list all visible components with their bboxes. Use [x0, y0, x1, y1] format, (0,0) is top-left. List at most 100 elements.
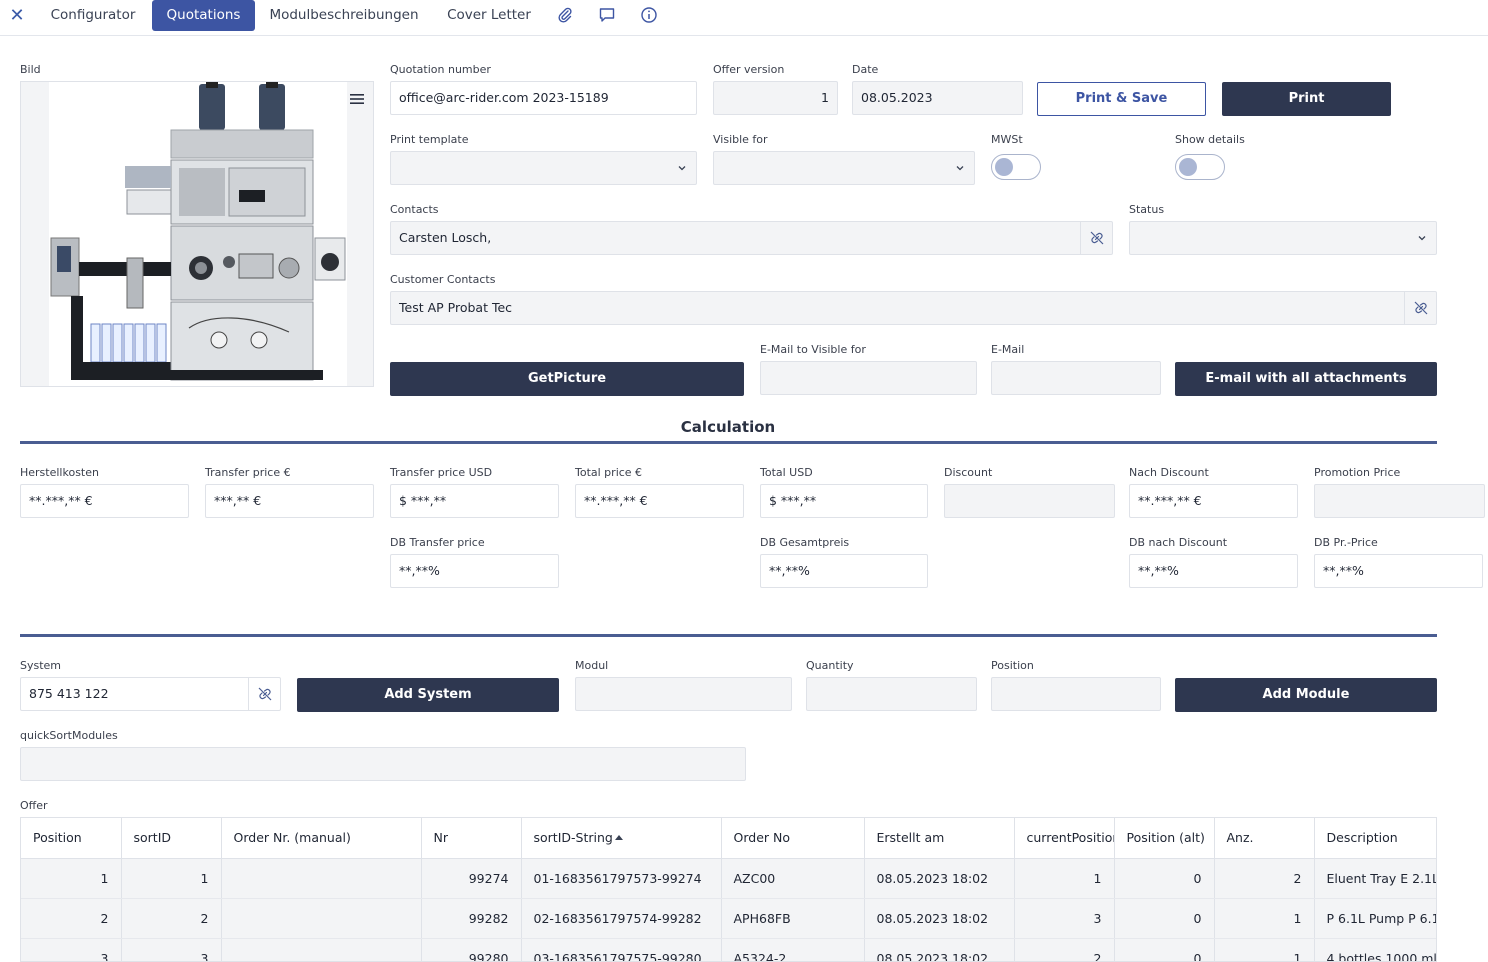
- contacts-field[interactable]: Carsten Losch,: [390, 221, 1113, 255]
- discount-field[interactable]: [944, 484, 1115, 518]
- table-cell[interactable]: 3: [121, 938, 222, 961]
- product-image: [49, 82, 347, 386]
- column-header[interactable]: Anz.: [1214, 818, 1315, 859]
- tab-configurator[interactable]: Configurator: [40, 0, 146, 31]
- table-cell[interactable]: 08.05.2023 18:02: [864, 898, 1015, 939]
- column-header[interactable]: Nr: [421, 818, 522, 859]
- transfer-usd-field[interactable]: $ ***,**: [390, 484, 559, 518]
- tab-quotations[interactable]: Quotations: [152, 0, 255, 31]
- table-cell[interactable]: 3: [1014, 898, 1115, 939]
- table-cell[interactable]: [221, 858, 422, 899]
- total-eur-field[interactable]: **.***,** €: [575, 484, 744, 518]
- table-cell[interactable]: 0: [1114, 938, 1215, 961]
- mwst-label: MWSt: [991, 133, 1023, 146]
- db-gesamt-field[interactable]: **,**%: [760, 554, 928, 588]
- db-transfer-field[interactable]: **,**%: [390, 554, 559, 588]
- table-cell[interactable]: 2: [1014, 938, 1115, 961]
- promotion-field[interactable]: [1314, 484, 1485, 518]
- print-template-select[interactable]: [390, 151, 697, 185]
- table-cell[interactable]: 03-1683561797575-99280: [521, 938, 722, 961]
- status-select[interactable]: [1129, 221, 1437, 255]
- table-cell[interactable]: 1: [1214, 938, 1315, 961]
- email-field[interactable]: [991, 361, 1161, 395]
- email-visible-field[interactable]: [760, 361, 977, 395]
- table-cell[interactable]: Eluent Tray E 2.1L: [1314, 858, 1436, 899]
- table-cell[interactable]: P 6.1L Pump P 6.1: [1314, 898, 1436, 939]
- print-button[interactable]: Print: [1222, 82, 1391, 116]
- quotation-number-field[interactable]: office@arc-rider.com 2023-15189: [390, 81, 697, 115]
- table-cell[interactable]: 1: [21, 858, 122, 899]
- table-cell[interactable]: 08.05.2023 18:02: [864, 858, 1015, 899]
- show-details-toggle[interactable]: [1175, 154, 1225, 180]
- date-field[interactable]: 08.05.2023: [852, 81, 1023, 115]
- table-cell[interactable]: [221, 938, 422, 961]
- get-picture-button[interactable]: GetPicture: [390, 362, 744, 396]
- menu-icon[interactable]: [349, 92, 365, 106]
- table-cell[interactable]: APH68FB: [721, 898, 865, 939]
- column-header[interactable]: Position: [21, 818, 122, 859]
- tab-modulbeschreibungen[interactable]: Modulbeschreibungen: [262, 0, 426, 31]
- customer-contacts-field[interactable]: Test AP Probat Tec: [390, 291, 1437, 325]
- table-cell[interactable]: 1: [121, 858, 222, 899]
- herstellkosten-field[interactable]: **.***,** €: [20, 484, 189, 518]
- table-row[interactable]: 3 3 99280 03-1683561797575-99280 A5324-2…: [21, 938, 1436, 961]
- add-module-button[interactable]: Add Module: [1175, 678, 1437, 712]
- nach-discount-label: Nach Discount: [1129, 466, 1209, 479]
- total-usd-field[interactable]: $ ***,**: [760, 484, 928, 518]
- add-system-button[interactable]: Add System: [297, 678, 559, 712]
- table-cell[interactable]: 0: [1114, 858, 1215, 899]
- table-cell[interactable]: 08.05.2023 18:02: [864, 938, 1015, 961]
- table-cell[interactable]: 2: [121, 898, 222, 939]
- nach-discount-field[interactable]: **.***,** €: [1129, 484, 1298, 518]
- close-icon[interactable]: ✕: [8, 4, 26, 28]
- tab-cover-letter[interactable]: Cover Letter: [438, 0, 540, 31]
- db-nach-discount-field[interactable]: **,**%: [1129, 554, 1298, 588]
- paperclip-icon[interactable]: [556, 6, 574, 24]
- table-cell[interactable]: 99280: [421, 938, 522, 961]
- column-header[interactable]: Erstellt am: [864, 818, 1015, 859]
- table-cell[interactable]: 3: [21, 938, 122, 961]
- table-cell[interactable]: 0: [1114, 898, 1215, 939]
- db-pr-price-field[interactable]: **,**%: [1314, 554, 1483, 588]
- table-cell[interactable]: 1: [1014, 858, 1115, 899]
- offer-version-label: Offer version: [713, 63, 785, 76]
- modul-field[interactable]: [575, 677, 792, 711]
- email-all-attachments-button[interactable]: E-mail with all attachments: [1175, 362, 1437, 396]
- table-cell[interactable]: 2: [21, 898, 122, 939]
- column-header[interactable]: Description: [1314, 818, 1436, 859]
- table-cell[interactable]: A5324-2: [721, 938, 865, 961]
- table-cell[interactable]: 2: [1214, 858, 1315, 899]
- position-field[interactable]: [991, 677, 1161, 711]
- mwst-toggle[interactable]: [991, 154, 1041, 180]
- system-field[interactable]: 875 413 122: [20, 677, 281, 711]
- table-cell[interactable]: 02-1683561797574-99282: [521, 898, 722, 939]
- top-navigation: ✕ Configurator Quotations Modulbeschreib…: [0, 0, 1488, 36]
- unlink-contacts-button[interactable]: [1080, 222, 1112, 254]
- column-header[interactable]: sortID: [121, 818, 222, 859]
- info-icon[interactable]: [640, 6, 658, 24]
- table-header-row: Position sortID Order Nr. (manual) Nr so…: [21, 818, 1436, 859]
- transfer-eur-field[interactable]: ***,** €: [205, 484, 374, 518]
- quantity-field[interactable]: [806, 677, 977, 711]
- quick-sort-field[interactable]: [20, 747, 746, 781]
- unlink-system-button[interactable]: [248, 678, 280, 710]
- table-cell[interactable]: 01-1683561797573-99274: [521, 858, 722, 899]
- column-header[interactable]: currentPosition: [1014, 818, 1115, 859]
- column-header[interactable]: Position (alt): [1114, 818, 1215, 859]
- table-cell[interactable]: 99274: [421, 858, 522, 899]
- table-cell[interactable]: 4 bottles 1000 ml t: [1314, 938, 1436, 961]
- table-cell[interactable]: 1: [1214, 898, 1315, 939]
- column-header-sorted[interactable]: sortID-String: [521, 818, 722, 859]
- table-row[interactable]: 1 1 99274 01-1683561797573-99274 AZC00 0…: [21, 858, 1436, 899]
- table-cell[interactable]: 99282: [421, 898, 522, 939]
- visible-for-select[interactable]: [713, 151, 975, 185]
- print-save-button[interactable]: Print & Save: [1037, 82, 1206, 116]
- unlink-customer-contacts-button[interactable]: [1404, 292, 1436, 324]
- comment-icon[interactable]: [598, 6, 616, 24]
- table-cell[interactable]: AZC00: [721, 858, 865, 899]
- offer-version-field[interactable]: 1: [713, 81, 838, 115]
- table-cell[interactable]: [221, 898, 422, 939]
- table-row[interactable]: 2 2 99282 02-1683561797574-99282 APH68FB…: [21, 898, 1436, 939]
- column-header[interactable]: Order Nr. (manual): [221, 818, 422, 859]
- column-header[interactable]: Order No: [721, 818, 865, 859]
